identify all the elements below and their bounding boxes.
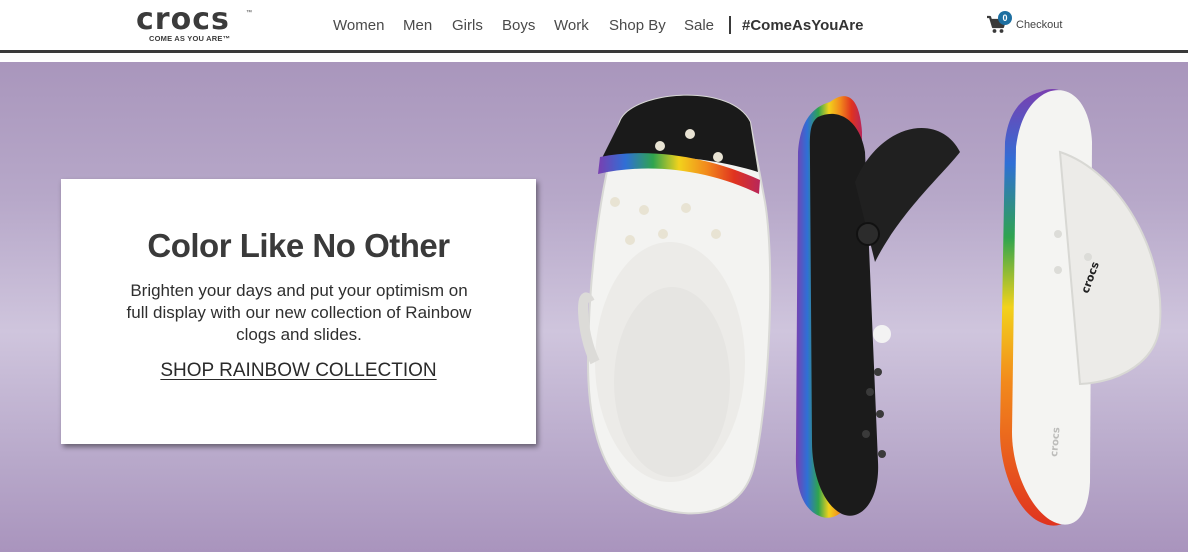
white-clog-image [578, 94, 772, 515]
logo-wordmark: crocs [136, 2, 230, 37]
cart-count-badge: 0 [998, 11, 1012, 25]
site-header: crocs ™ COME AS YOU ARE™ Women Men Girls… [0, 0, 1188, 52]
white-rainbow-slide-image: crocs crocs [1000, 88, 1162, 526]
nav-item-shop-by[interactable]: Shop By [609, 17, 666, 35]
nav-item-boys[interactable]: Boys [502, 17, 535, 35]
nav-item-sale[interactable]: Sale [684, 17, 714, 35]
nav-item-come-as-you-are[interactable]: #ComeAsYouAre [742, 17, 863, 35]
nav-item-work[interactable]: Work [554, 17, 589, 35]
promo-description: Brighten your days and put your optimism… [126, 281, 472, 344]
nav-item-women[interactable]: Women [333, 17, 384, 35]
nav-divider [729, 16, 731, 34]
promo-card: Color Like No Other Brighten your days a… [61, 179, 536, 444]
promo-title: Color Like No Other [147, 227, 450, 264]
logo-tagline: COME AS YOU ARE™ [149, 34, 231, 43]
rainbow-shoes-image[interactable]: crocs crocs [560, 62, 1188, 552]
hero-banner: Color Like No Other Brighten your days a… [0, 62, 1188, 552]
header-divider [0, 50, 1188, 53]
nav-item-girls[interactable]: Girls [452, 17, 483, 35]
crocs-logo[interactable]: crocs ™ COME AS YOU ARE™ [136, 2, 254, 44]
shop-rainbow-collection-link[interactable]: SHOP RAINBOW COLLECTION [61, 360, 536, 382]
cart-checkout-button[interactable]: 0 Checkout [986, 11, 1066, 37]
nav-item-men[interactable]: Men [403, 17, 432, 35]
checkout-label: Checkout [1016, 19, 1063, 31]
logo-trademark: ™ [246, 10, 252, 16]
black-rainbow-clog-image [795, 96, 960, 518]
